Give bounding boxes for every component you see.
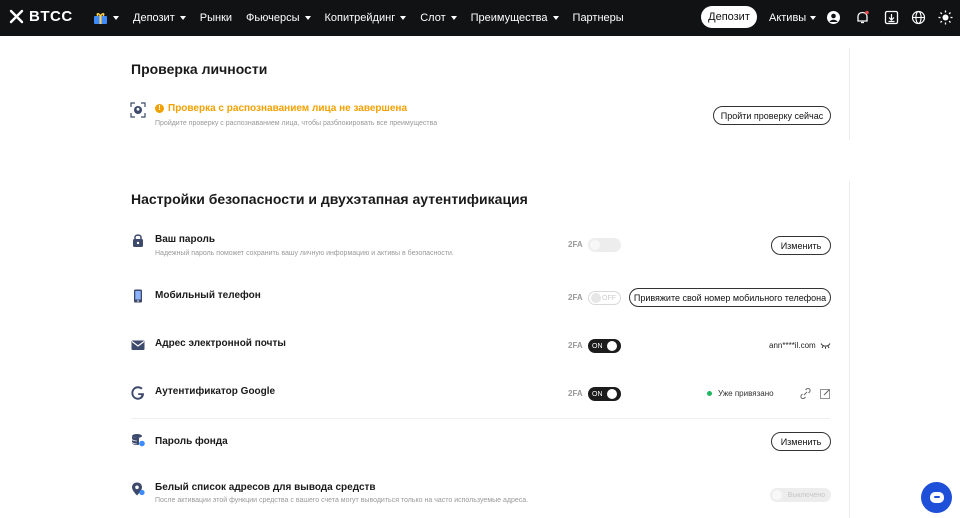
password-label: Ваш пароль: [155, 234, 215, 245]
password-subtitle: Надежный пароль поможет сохранить вашу л…: [155, 250, 454, 257]
nav-label: Преимущества: [470, 12, 548, 24]
chevron-down-icon: [450, 16, 457, 20]
nav-label: Копитрейдинг: [324, 12, 396, 24]
toggle-text: ON: [592, 342, 603, 350]
nav-label: Депозит: [133, 12, 175, 24]
twofa-label: 2FA: [568, 341, 583, 350]
top-nav: BTCC Депозит Рынки Фьючерсы Копитрейдинг…: [0, 0, 960, 36]
twofa-label: 2FA: [568, 293, 583, 302]
logo[interactable]: BTCC: [9, 8, 73, 25]
toggle-knob: [607, 341, 617, 351]
warning-icon: !: [155, 104, 164, 113]
btcc-logo-icon: [9, 9, 24, 24]
bound-text: Уже привязано: [718, 389, 774, 398]
email-label: Адрес электронной почты: [155, 338, 286, 349]
bell-icon[interactable]: [855, 10, 870, 25]
chevron-down-icon: [113, 16, 119, 20]
nav-label: Рынки: [199, 12, 233, 24]
nav-item-slot[interactable]: Слот: [420, 12, 457, 24]
chevron-down-icon: [810, 16, 817, 20]
email-masked: ann****il.com: [769, 341, 816, 350]
email-value: ann****il.com: [769, 341, 831, 350]
card-edge: [849, 48, 850, 140]
envelope-icon: [131, 340, 145, 350]
globe-icon[interactable]: [911, 10, 926, 25]
chevron-down-icon: [304, 16, 311, 20]
chat-icon: [929, 492, 944, 503]
download-icon[interactable]: [884, 10, 899, 25]
assets-menu[interactable]: Активы: [769, 0, 817, 36]
verification-status-text: Проверка с распознаванием лица не заверш…: [168, 103, 408, 114]
bind-phone-button[interactable]: Привяжите свой номер мобильного телефона: [629, 288, 831, 307]
assets-label: Активы: [769, 12, 807, 24]
nav-gift[interactable]: [93, 11, 119, 25]
main-menu: Депозит Рынки Фьючерсы Копитрейдинг Слот…: [93, 0, 638, 36]
toggle-knob: [772, 490, 782, 500]
change-password-button[interactable]: Изменить: [771, 236, 831, 255]
whitelist-label: Белый список адресов для вывода средств: [155, 482, 376, 493]
location-pin-icon: [132, 482, 145, 496]
start-verification-button[interactable]: Пройти проверку сейчас: [713, 106, 831, 125]
toggle-knob: [590, 240, 600, 250]
database-icon: [131, 434, 145, 447]
chevron-down-icon: [552, 16, 559, 20]
phone-label: Мобильный телефон: [155, 290, 261, 301]
face-scan-icon: [130, 102, 146, 118]
nav-label: Партнеры: [572, 12, 624, 24]
nav-label: Слот: [420, 12, 446, 24]
nav-item-benefits[interactable]: Преимущества: [471, 12, 559, 24]
unlink-icon[interactable]: [800, 388, 811, 399]
nav-item-deposit[interactable]: Депозит: [133, 12, 186, 24]
gift-icon: [94, 13, 107, 24]
nav-item-markets[interactable]: Рынки: [200, 12, 232, 24]
nav-label: Фьючерсы: [246, 12, 300, 24]
password-2fa-toggle[interactable]: [588, 238, 621, 252]
google-2fa-toggle[interactable]: ON: [588, 387, 621, 401]
user-icon[interactable]: [826, 10, 841, 25]
nav-item-partners[interactable]: Партнеры: [573, 12, 624, 24]
card-edge: [849, 181, 850, 518]
google-icon: [131, 386, 144, 400]
lock-icon: [133, 234, 143, 247]
google-auth-label: Аутентификатор Google: [155, 386, 276, 397]
phone-2fa-toggle[interactable]: OFF: [588, 291, 621, 305]
twofa-label: 2FA: [568, 389, 583, 398]
toggle-knob: [607, 389, 617, 399]
logo-text: BTCC: [29, 8, 73, 25]
chevron-down-icon: [179, 16, 186, 20]
eye-hidden-icon[interactable]: [820, 342, 831, 349]
status-dot: [707, 391, 712, 396]
support-chat-button[interactable]: [921, 482, 952, 513]
edit-icon[interactable]: [820, 388, 831, 399]
nav-item-futures[interactable]: Фьючерсы: [246, 12, 311, 24]
toggle-text: Выключено: [787, 491, 825, 499]
whitelist-subtitle: После активации этой функции средства с …: [155, 497, 529, 504]
deposit-button[interactable]: Депозит: [701, 6, 757, 28]
email-2fa-toggle[interactable]: ON: [588, 339, 621, 353]
fund-password-label: Пароль фонда: [155, 436, 228, 447]
verification-subtitle: Пройдите проверку с распознаванием лица,…: [155, 120, 438, 127]
security-title: Настройки безопасности и двухэтапная аут…: [131, 191, 528, 207]
chevron-down-icon: [400, 16, 407, 20]
toggle-text: OFF: [602, 294, 616, 302]
google-bound-status: Уже привязано: [707, 389, 774, 398]
phone-icon: [134, 289, 142, 303]
verification-title: Проверка личности: [131, 61, 268, 77]
change-fund-password-button[interactable]: Изменить: [771, 432, 831, 451]
theme-sun-icon[interactable]: [938, 10, 953, 25]
section-divider: [131, 418, 830, 419]
whitelist-toggle[interactable]: Выключено: [770, 488, 831, 502]
toggle-knob: [591, 293, 601, 303]
toggle-text: ON: [592, 390, 603, 398]
twofa-label: 2FA: [568, 240, 583, 249]
nav-item-copytrading[interactable]: Копитрейдинг: [325, 12, 407, 24]
verification-status: ! Проверка с распознаванием лица не заве…: [155, 103, 407, 114]
